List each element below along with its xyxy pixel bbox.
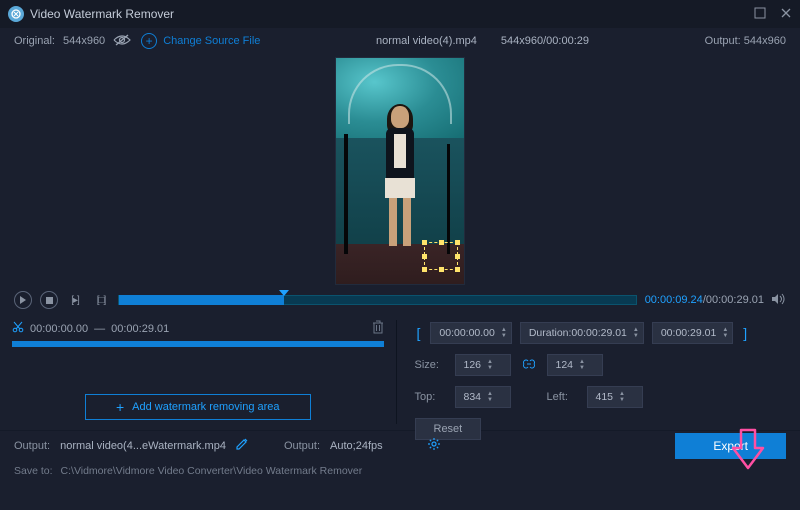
properties-panel: [ 00:00:00.00 ▲▼ Duration: 00:00:29.01 ▲… — [397, 314, 800, 430]
link-icon[interactable] — [519, 359, 539, 372]
range-start-input[interactable]: 00:00:00.00 ▲▼ — [430, 322, 511, 344]
close-button[interactable] — [780, 7, 792, 22]
clip-panel: 00:00:00.00 — 00:00:29.01 + Add watermar… — [0, 314, 396, 430]
export-button[interactable]: Export — [675, 433, 786, 459]
range-end-bracket-icon[interactable]: ] — [741, 325, 749, 341]
change-source-button[interactable]: + Change Source File — [141, 33, 260, 49]
saveto-path: C:\Vidmore\Vidmore Video Converter\Video… — [61, 465, 363, 477]
minimize-button[interactable] — [754, 7, 766, 22]
source-info: 544x960/00:00:29 — [501, 35, 589, 47]
clip-range-track[interactable] — [12, 341, 384, 347]
stop-button[interactable] — [40, 291, 58, 309]
output-filename: normal video(4...eWatermark.mp4 — [60, 440, 226, 452]
output-file-label: Output: — [14, 440, 50, 452]
change-source-label: Change Source File — [163, 35, 260, 47]
edit-filename-icon[interactable] — [236, 438, 248, 453]
play-button[interactable] — [14, 291, 32, 309]
app-title: Video Watermark Remover — [30, 7, 174, 21]
duration-input[interactable]: Duration: 00:00:29.01 ▲▼ — [520, 322, 644, 344]
time-display: 00:00:09.24/00:00:29.01 — [645, 294, 764, 306]
cut-icon[interactable] — [12, 321, 24, 336]
gear-icon[interactable] — [427, 437, 441, 454]
left-input[interactable]: 415 ▲▼ — [587, 386, 643, 408]
output-bar: Output: normal video(4...eWatermark.mp4 … — [0, 430, 800, 460]
reset-button[interactable]: Reset — [415, 418, 482, 440]
top-input[interactable]: 834 ▲▼ — [455, 386, 511, 408]
clip-start: 00:00:00.00 — [30, 323, 88, 335]
plus-icon: + — [116, 400, 124, 414]
total-time: 00:00:29.01 — [706, 294, 764, 306]
add-area-label: Add watermark removing area — [132, 401, 279, 413]
original-label: Original: — [14, 35, 55, 47]
current-time: 00:00:09.24 — [645, 294, 703, 306]
app-logo-icon — [8, 6, 24, 22]
range-start-bracket-icon[interactable]: [ — [415, 325, 423, 341]
timeline-scrubber[interactable] — [118, 295, 637, 305]
original-value: 544x960 — [63, 35, 105, 47]
clip-sep: — — [94, 323, 105, 335]
saveto-label: Save to: — [14, 465, 53, 477]
video-frame[interactable] — [335, 57, 465, 285]
add-watermark-area-button[interactable]: + Add watermark removing area — [85, 394, 311, 420]
plus-circle-icon: + — [141, 33, 157, 49]
header-row: Original: 544x960 + Change Source File n… — [0, 28, 800, 54]
preview-toggle-icon[interactable] — [113, 33, 131, 50]
output-value: 544x960 — [744, 35, 786, 47]
playback-controls: [▸] [□] 00:00:09.24/00:00:29.01 — [0, 286, 800, 314]
output-format-value: Auto;24fps — [330, 440, 383, 452]
titlebar: Video Watermark Remover — [0, 0, 800, 28]
delete-icon[interactable] — [372, 320, 384, 337]
size-width-input[interactable]: 126 ▲▼ — [455, 354, 511, 376]
video-preview[interactable] — [0, 54, 800, 286]
saveto-bar: Save to: C:\Vidmore\Vidmore Video Conver… — [0, 460, 800, 482]
size-height-input[interactable]: 124 ▲▼ — [547, 354, 603, 376]
source-filename: normal video(4).mp4 — [376, 35, 477, 47]
output-label: Output: — [705, 35, 741, 47]
clip-end: 00:00:29.01 — [111, 323, 169, 335]
volume-icon[interactable] — [772, 293, 786, 308]
range-end-input[interactable]: 00:00:29.01 ▲▼ — [652, 322, 733, 344]
playhead-icon[interactable] — [279, 290, 289, 296]
watermark-selection-box[interactable] — [424, 242, 458, 270]
top-label: Top: — [415, 391, 447, 403]
left-label: Left: — [547, 391, 579, 403]
duration-label: Duration: — [529, 327, 572, 339]
output-format-label: Output: — [284, 440, 320, 452]
size-label: Size: — [415, 359, 447, 371]
frame-back-button[interactable]: [▸] — [66, 291, 84, 309]
frame-fwd-button[interactable]: [□] — [92, 291, 110, 309]
